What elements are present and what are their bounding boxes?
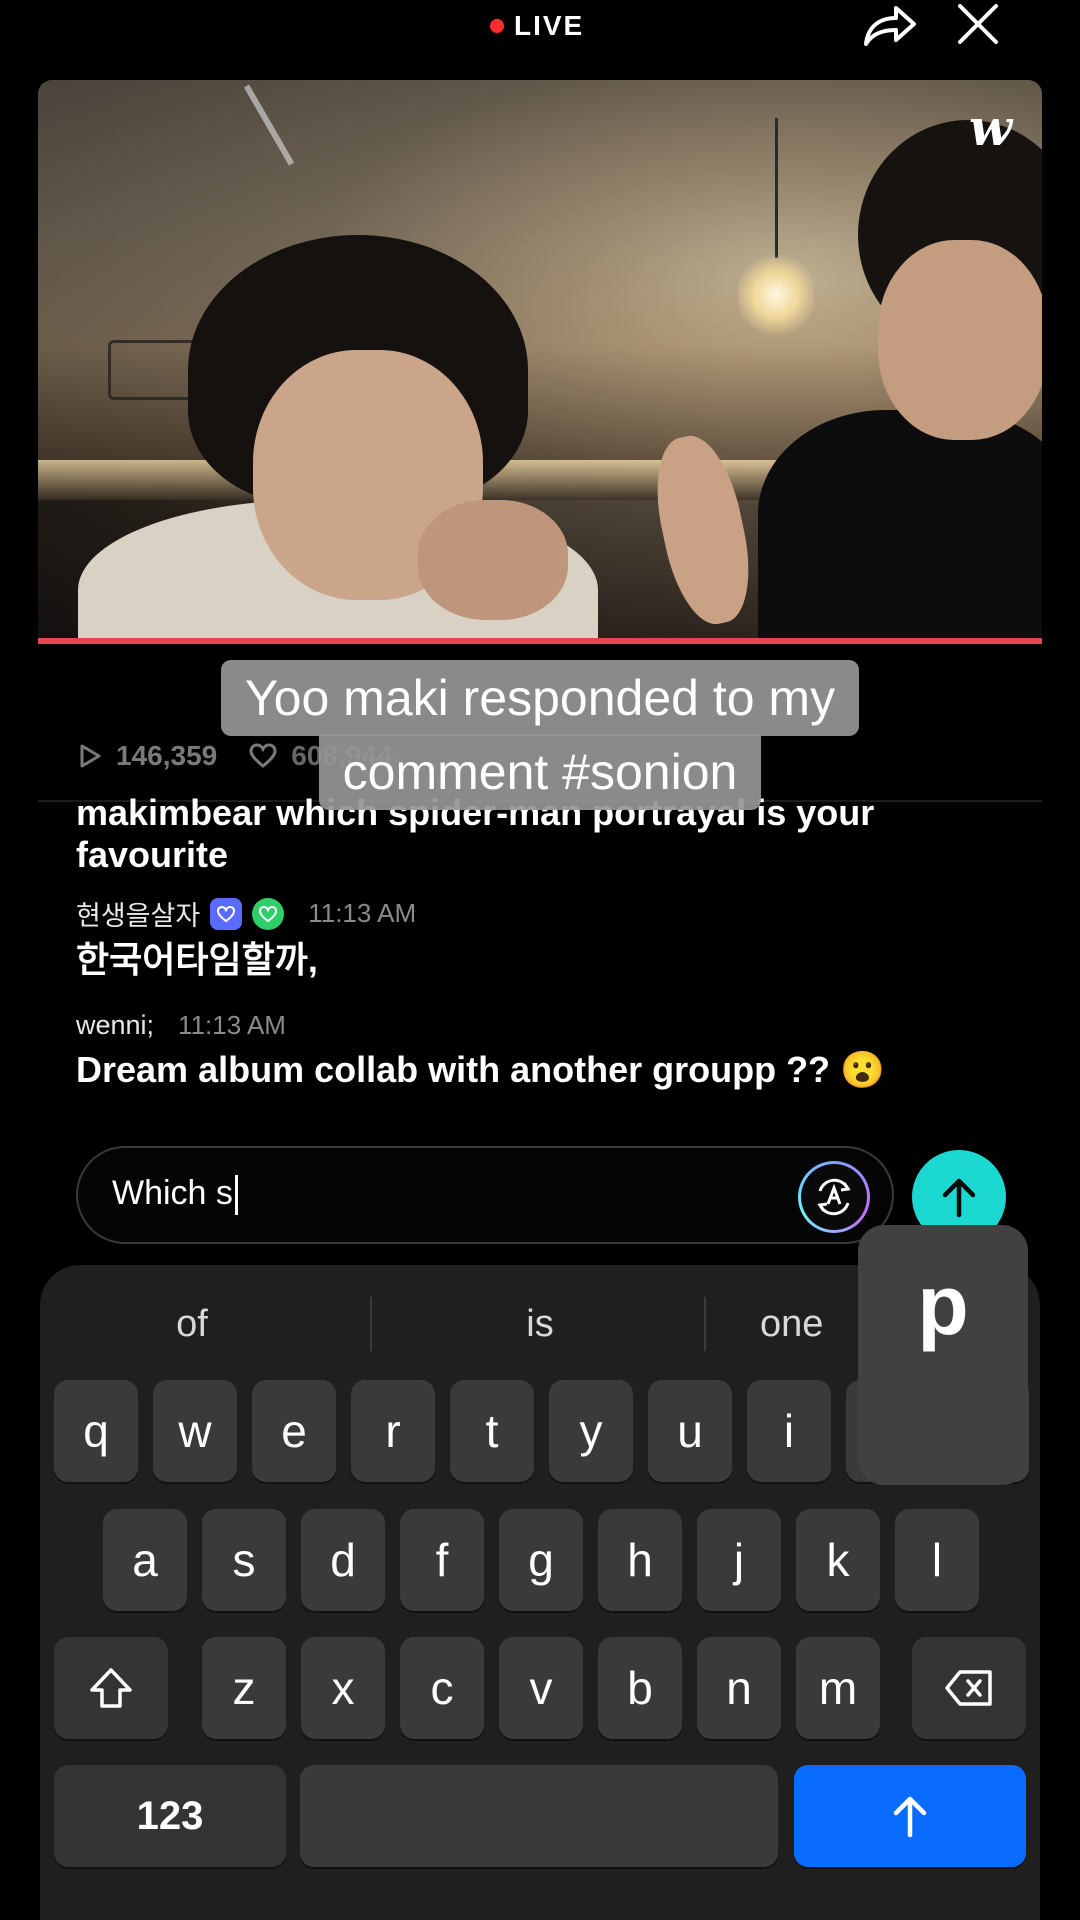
caption-line-1: Yoo maki responded to my	[220, 660, 860, 736]
key-v[interactable]: v	[499, 1637, 583, 1739]
key-popup: p	[858, 1225, 1028, 1485]
return-arrow-icon	[893, 1796, 927, 1838]
backspace-icon	[945, 1670, 992, 1706]
send-arrow-icon	[942, 1178, 976, 1218]
video-progress-bar	[38, 638, 1042, 644]
share-button[interactable]	[862, 0, 918, 50]
suggestion-of[interactable]: of	[42, 1303, 342, 1346]
live-label: LIVE	[514, 10, 585, 41]
key-e[interactable]: e	[252, 1380, 336, 1482]
membership-badge-icon	[210, 897, 243, 930]
pendant-lamp	[738, 255, 814, 335]
key-w[interactable]: w	[153, 1380, 237, 1482]
key-u[interactable]: u	[648, 1380, 732, 1482]
chat-message: wenni; 11:13 AM Dream album collab with …	[76, 1010, 1036, 1091]
backspace-key[interactable]	[912, 1637, 1026, 1739]
top-bar: LIVE	[0, 0, 1080, 60]
chat-timestamp: 11:13 AM	[308, 898, 417, 928]
caption-line-2: comment #sonion	[318, 734, 762, 810]
comment-input-value: Which s	[112, 1174, 233, 1212]
key-s[interactable]: s	[202, 1509, 286, 1611]
key-f[interactable]: f	[400, 1509, 484, 1611]
shift-key[interactable]	[54, 1637, 168, 1739]
key-y[interactable]: y	[549, 1380, 633, 1482]
key-j[interactable]: j	[697, 1509, 781, 1611]
live-video[interactable]: w	[38, 80, 1042, 642]
chat-message: 현생을살자 11:13 AM 한국어타임할까,	[76, 894, 1036, 981]
key-c[interactable]: c	[400, 1637, 484, 1739]
caption-overlay: Yoo maki responded to my comment #sonion	[0, 660, 1080, 810]
chat-author: 현생을살자	[76, 901, 201, 931]
share-icon	[864, 6, 916, 46]
return-key[interactable]	[794, 1765, 1026, 1867]
space-bar[interactable]	[300, 1765, 778, 1867]
key-z[interactable]: z	[202, 1637, 286, 1739]
comment-input[interactable]: Which s	[76, 1146, 894, 1244]
key-b[interactable]: b	[598, 1637, 682, 1739]
translate-icon	[817, 1178, 851, 1216]
key-m[interactable]: m	[796, 1637, 880, 1739]
heart-badge-icon	[252, 897, 285, 930]
text-caret	[234, 1175, 238, 1216]
key-n[interactable]: n	[697, 1637, 781, 1739]
close-button[interactable]	[956, 2, 1000, 46]
key-q[interactable]: q	[54, 1380, 138, 1482]
chat-message-text: 한국어타임할까,	[76, 939, 318, 980]
chat-author: wenni;	[76, 1010, 155, 1040]
chat-timestamp: 11:13 AM	[178, 1010, 286, 1040]
numbers-key[interactable]: 123	[54, 1765, 286, 1867]
key-r[interactable]: r	[351, 1380, 435, 1482]
key-a[interactable]: a	[103, 1509, 187, 1611]
chat-list[interactable]: makimbear which spider-man portrayal is …	[76, 780, 1036, 1110]
suggestion-is[interactable]: is	[390, 1303, 690, 1346]
key-h[interactable]: h	[598, 1509, 682, 1611]
key-l[interactable]: l	[895, 1509, 979, 1611]
translate-button[interactable]	[798, 1161, 870, 1233]
key-k[interactable]: k	[796, 1509, 880, 1611]
shift-icon	[90, 1668, 132, 1708]
close-icon	[958, 4, 998, 44]
key-x[interactable]: x	[301, 1637, 385, 1739]
key-t[interactable]: t	[450, 1380, 534, 1482]
key-i[interactable]: i	[747, 1380, 831, 1482]
live-indicator: LIVE	[490, 10, 584, 42]
weverse-logo: w	[968, 98, 1012, 157]
chat-message-text: Dream album collab with another groupp ?…	[76, 1049, 885, 1090]
second-streamer-face	[878, 240, 1042, 440]
key-d[interactable]: d	[301, 1509, 385, 1611]
live-dot	[490, 19, 504, 33]
key-g[interactable]: g	[499, 1509, 583, 1611]
